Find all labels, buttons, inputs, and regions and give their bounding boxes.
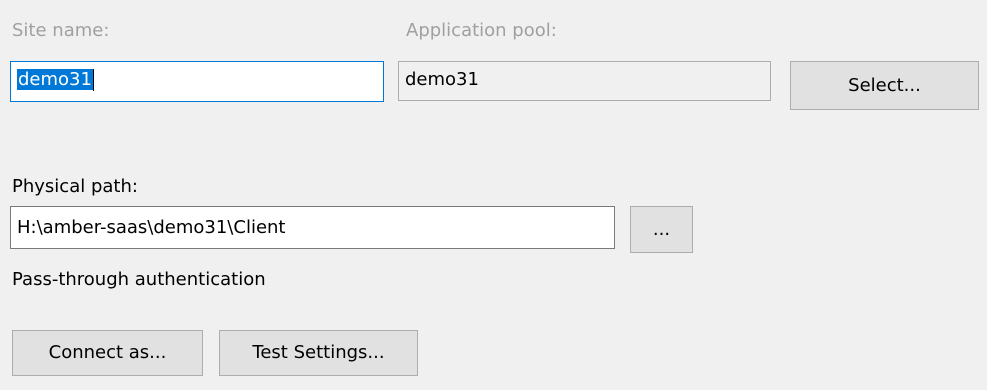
application-pool-label: Application pool: xyxy=(406,20,557,41)
authentication-text: Pass-through authentication xyxy=(12,269,266,290)
physical-path-label: Physical path: xyxy=(12,176,138,197)
site-name-input[interactable]: demo31 xyxy=(10,61,384,102)
test-settings-button[interactable]: Test Settings... xyxy=(219,330,418,376)
site-name-label: Site name: xyxy=(12,20,110,41)
connect-as-button[interactable]: Connect as... xyxy=(12,330,203,376)
physical-path-input[interactable]: H:\amber-saas\demo31\Client xyxy=(10,206,615,249)
text-caret xyxy=(92,69,94,91)
application-pool-field: demo31 xyxy=(398,61,771,101)
site-name-selected-text: demo31 xyxy=(17,69,93,90)
browse-path-button[interactable]: ... xyxy=(630,206,693,253)
select-button[interactable]: Select... xyxy=(790,61,979,110)
